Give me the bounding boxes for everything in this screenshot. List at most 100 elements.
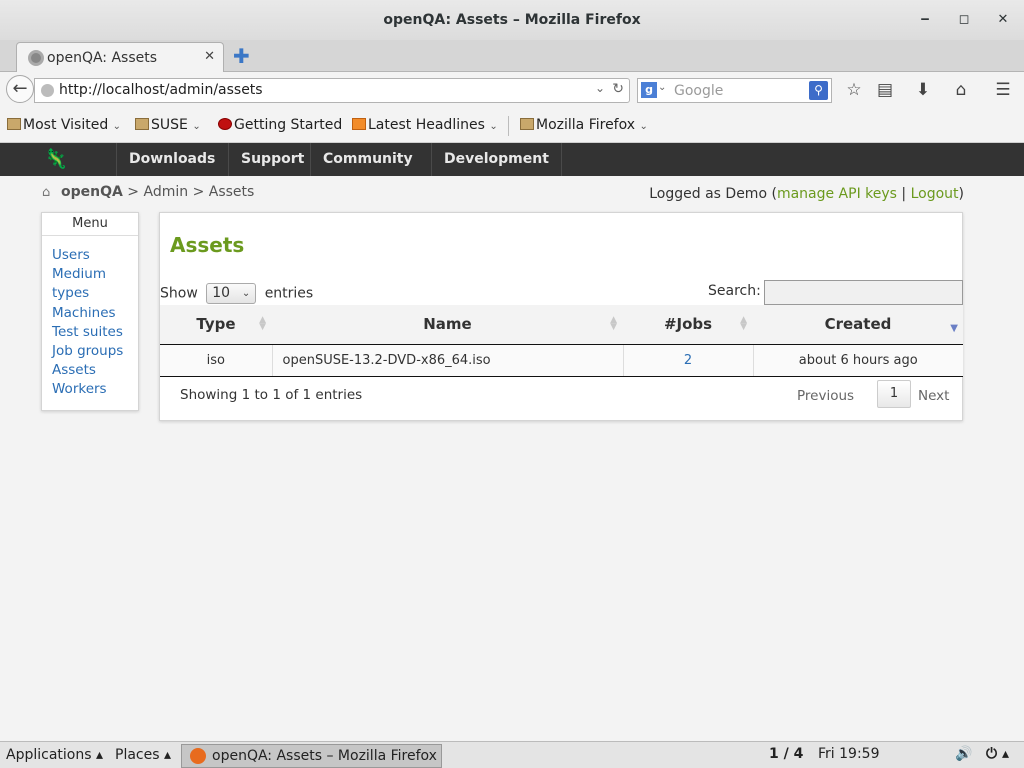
opensuse-logo-icon[interactable]: 🦎 [44,148,86,170]
site-navbar: 🦎 Downloads Support Community Developmen… [0,143,1024,176]
bookmarks-toolbar: Most Visited ⌄ SUSE ⌄ Getting Started La… [0,108,1024,143]
menu-item-medium-types[interactable]: Medium [52,265,138,284]
tab-title: openQA: Assets [47,50,158,66]
back-arrow-icon[interactable]: ← [6,75,34,103]
chevron-down-icon: ⌄ [489,121,498,132]
minimize-icon[interactable]: ‒ [915,10,935,30]
search-label: Search: [708,283,761,299]
search-bar[interactable]: g ⌄ Google ⚲ [637,78,832,103]
entries-select[interactable]: 10 ⌄ [206,283,257,304]
menu-item-test-suites[interactable]: Test suites [52,323,138,342]
home-breadcrumb-icon[interactable]: ⌂ [42,185,55,200]
column-type[interactable]: Type ▲ ▼ [160,305,272,345]
menu-item-workers[interactable]: Workers [52,380,138,399]
admin-menu: Menu Users Medium types Machines Test su… [41,212,139,411]
sort-icon: ▲ ▼ [740,315,747,332]
column-created[interactable]: Created ▼ [753,305,963,345]
url-text: http://localhost/admin/assets [59,82,263,98]
sort-desc-icon: ▼ [950,323,958,334]
folder-icon [520,118,534,130]
url-dropdown-icon[interactable]: ⌄ [595,81,605,95]
manage-api-keys-link[interactable]: manage API keys [777,186,897,202]
places-menu[interactable]: Places ▴ [115,747,171,763]
window-titlebar: openQA: Assets – Mozilla Firefox [0,0,1024,40]
breadcrumb-assets: Assets [208,184,255,200]
bookmark-star-icon[interactable]: ☆ [843,80,865,100]
sort-icon: ▲ ▼ [259,315,266,332]
tab-strip: openQA: Assets ✕ ✚ [0,40,1024,73]
bookmark-getting-started[interactable]: Getting Started [218,117,342,133]
nav-community[interactable]: Community [310,143,425,176]
breadcrumb-admin[interactable]: Admin [143,184,188,200]
menu-item-job-groups[interactable]: Job groups [52,342,138,361]
volume-icon[interactable]: 🔊 [955,746,972,762]
chevron-down-icon: ⌄ [241,288,251,299]
breadcrumb: ⌂ openQA > Admin > Assets [42,184,255,200]
login-info: Logged as Demo (manage API keys | Logout… [649,186,964,202]
redhat-icon [218,118,232,130]
table-row: iso openSUSE-13.2-DVD-x86_64.iso 2 about… [160,344,963,377]
table-info: Showing 1 to 1 of 1 entries [180,387,363,403]
hamburger-menu-icon[interactable]: ☰ [992,80,1014,100]
window-title: openQA: Assets – Mozilla Firefox [383,12,641,28]
nav-support[interactable]: Support [228,143,316,176]
downloads-icon[interactable]: ⬇ [912,80,934,100]
home-icon[interactable]: ⌂ [950,80,972,100]
power-icon[interactable]: ⏻ ▴ [986,746,1009,762]
page-1-button[interactable]: 1 [877,380,911,408]
most-visited-folder-icon [7,118,21,130]
column-name[interactable]: Name ▲ ▼ [272,305,623,345]
applications-menu[interactable]: Applications ▴ [6,747,103,763]
bookmark-suse[interactable]: SUSE ⌄ [135,117,201,133]
next-button[interactable]: Next [918,388,949,404]
assets-table: Type ▲ ▼ Name ▲ ▼ #Jobs ▲ ▼ Created ▼ iso openS… [160,305,963,377]
tab-assets[interactable]: openQA: Assets ✕ [16,42,224,73]
entries-length: Show 10 ⌄ entries [160,283,313,304]
maximize-icon[interactable]: ◻ [954,10,974,30]
opensuse-favicon-icon [28,50,44,66]
cell-name: openSUSE-13.2-DVD-x86_64.iso [272,344,624,377]
workspace-indicator[interactable]: 1 / 4 [769,746,803,762]
nav-development[interactable]: Development [431,143,562,176]
cell-jobs-link[interactable]: 2 [623,344,754,377]
breadcrumb-openqa[interactable]: openQA [61,184,123,200]
reading-list-icon[interactable]: ▤ [874,80,896,100]
bookmark-separator [508,116,509,136]
rss-icon [352,118,366,130]
bookmark-latest-headlines[interactable]: Latest Headlines ⌄ [352,117,498,133]
clock[interactable]: Fri 19:59 [818,746,879,762]
google-engine-icon[interactable]: g [641,82,657,98]
nav-downloads[interactable]: Downloads [116,143,227,176]
url-bar[interactable]: http://localhost/admin/assets ⌄ ↻ [34,78,630,103]
menu-item-medium-types[interactable]: types [52,284,138,303]
firefox-icon [190,748,206,764]
menu-item-machines[interactable]: Machines [52,304,138,323]
cell-type: iso [160,344,273,377]
new-tab-icon[interactable]: ✚ [233,44,250,68]
close-tab-icon[interactable]: ✕ [204,49,215,64]
previous-button[interactable]: Previous [797,388,854,404]
navigation-toolbar: ← http://localhost/admin/assets ⌄ ↻ g ⌄ … [0,72,1024,108]
table-search-input[interactable] [764,280,963,305]
cell-created: about 6 hours ago [753,344,963,377]
reload-icon[interactable]: ↻ [612,81,624,97]
menu-item-users[interactable]: Users [52,246,138,265]
chevron-down-icon: ⌄ [639,121,648,132]
logout-link[interactable]: Logout [911,186,959,202]
bookmark-mozilla-firefox[interactable]: Mozilla Firefox ⌄ [520,117,648,133]
menu-item-assets[interactable]: Assets [52,361,138,380]
menu-title: Menu [42,213,138,236]
search-go-icon[interactable]: ⚲ [809,81,828,100]
taskbar-window-button[interactable]: openQA: Assets – Mozilla Firefox [181,744,442,768]
sort-icon: ▲ ▼ [610,315,617,332]
folder-icon [135,118,149,130]
page-title: Assets [170,233,245,257]
close-window-icon[interactable]: ✕ [993,10,1013,30]
taskbar: Applications ▴ Places ▴ openQA: Assets –… [0,741,1024,768]
chevron-down-icon: ⌄ [192,121,201,132]
bookmark-most-visited[interactable]: Most Visited ⌄ [7,117,121,133]
search-placeholder: Google [674,83,724,99]
assets-panel: Assets Show 10 ⌄ entries Search: Type ▲ ▼ N… [159,212,963,421]
engine-dropdown-icon[interactable]: ⌄ [658,82,666,93]
column-jobs[interactable]: #Jobs ▲ ▼ [623,305,753,345]
